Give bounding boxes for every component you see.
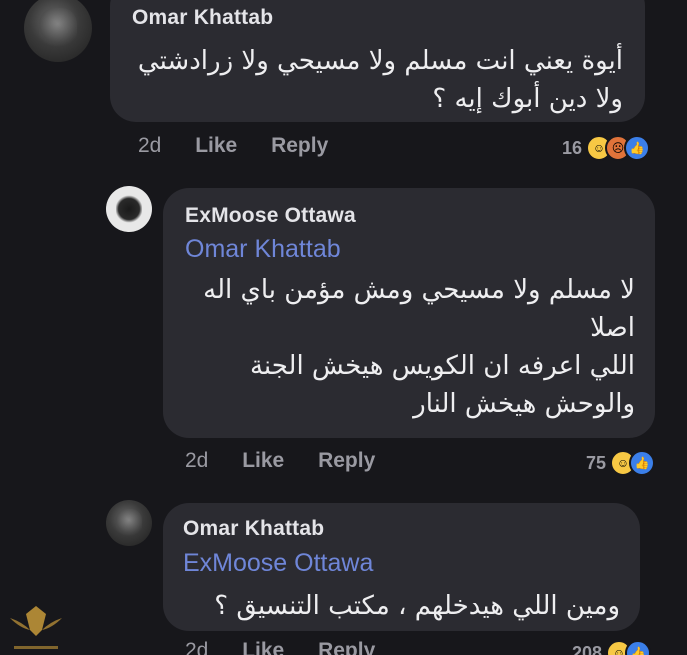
avatar[interactable] <box>24 0 92 62</box>
comment-line: ومين اللي هيدخلهم ، مكتب التنسيق ؟ <box>214 591 620 621</box>
comment-bubble: ExMoose Ottawa Omar Khattab لا مسلم ولا … <box>163 188 655 438</box>
reaction-summary[interactable]: 75 ☺ 👍 <box>586 450 656 476</box>
comment-bubble: Omar Khattab أيوة يعني انت مسلم ولا مسيح… <box>110 0 645 122</box>
comment-actions: 2d Like Reply <box>138 134 356 158</box>
comment-author[interactable]: Omar Khattab <box>183 517 324 541</box>
like-icon: 👍 <box>625 640 652 655</box>
comment-line: اصلا <box>590 313 635 343</box>
avatar[interactable] <box>106 500 152 546</box>
avatar[interactable] <box>106 186 152 232</box>
watermark-logo-icon <box>10 606 62 649</box>
like-button[interactable]: Like <box>242 639 284 655</box>
comment-actions: 2d Like Reply <box>185 449 403 473</box>
comment-line: لا مسلم ولا مسيحي ومش مؤمن باي اله <box>203 275 635 305</box>
comment-timestamp[interactable]: 2d <box>185 449 208 472</box>
reaction-count: 16 <box>562 137 583 158</box>
mention-link[interactable]: Omar Khattab <box>185 235 341 264</box>
comment-bubble: Omar Khattab ExMoose Ottawa ومين اللي هي… <box>163 503 640 631</box>
mention-link[interactable]: ExMoose Ottawa <box>183 549 373 578</box>
comment-thread: Omar Khattab أيوة يعني انت مسلم ولا مسيح… <box>0 0 687 655</box>
comment-text: لا مسلم ولا مسيحي ومش مؤمن باي اله اصلا … <box>203 271 635 423</box>
comment-text: أيوة يعني انت مسلم ولا مسيحي ولا زرادشتي… <box>138 42 623 118</box>
reaction-summary[interactable]: 208 ☺ 👍 <box>572 640 652 655</box>
comment-line: أيوة يعني انت مسلم ولا مسيحي ولا زرادشتي <box>137 46 623 76</box>
like-button[interactable]: Like <box>195 134 237 157</box>
comment-line: والوحش هيخش النار <box>413 389 635 419</box>
like-icon: 👍 <box>624 135 651 161</box>
comment-line: ولا دين أبوك إيه ؟ <box>432 84 623 114</box>
comment-author[interactable]: Omar Khattab <box>132 6 273 30</box>
reaction-summary[interactable]: 16 ☺ ☹ 👍 <box>562 135 651 161</box>
reaction-count: 208 <box>572 642 603 655</box>
like-button[interactable]: Like <box>242 449 284 472</box>
comment-timestamp[interactable]: 2d <box>185 639 208 655</box>
reply-button[interactable]: Reply <box>318 639 375 655</box>
like-icon: 👍 <box>629 450 656 476</box>
reaction-count: 75 <box>586 452 607 473</box>
comment-text: ومين اللي هيدخلهم ، مكتب التنسيق ؟ <box>214 587 620 625</box>
comment-actions: 2d Like Reply <box>185 639 403 655</box>
comment-author[interactable]: ExMoose Ottawa <box>185 204 356 228</box>
comment-line: اللي اعرفه ان الكويس هيخش الجنة <box>249 351 635 381</box>
reply-button[interactable]: Reply <box>318 449 375 472</box>
comment-timestamp[interactable]: 2d <box>138 134 161 157</box>
reply-button[interactable]: Reply <box>271 134 328 157</box>
